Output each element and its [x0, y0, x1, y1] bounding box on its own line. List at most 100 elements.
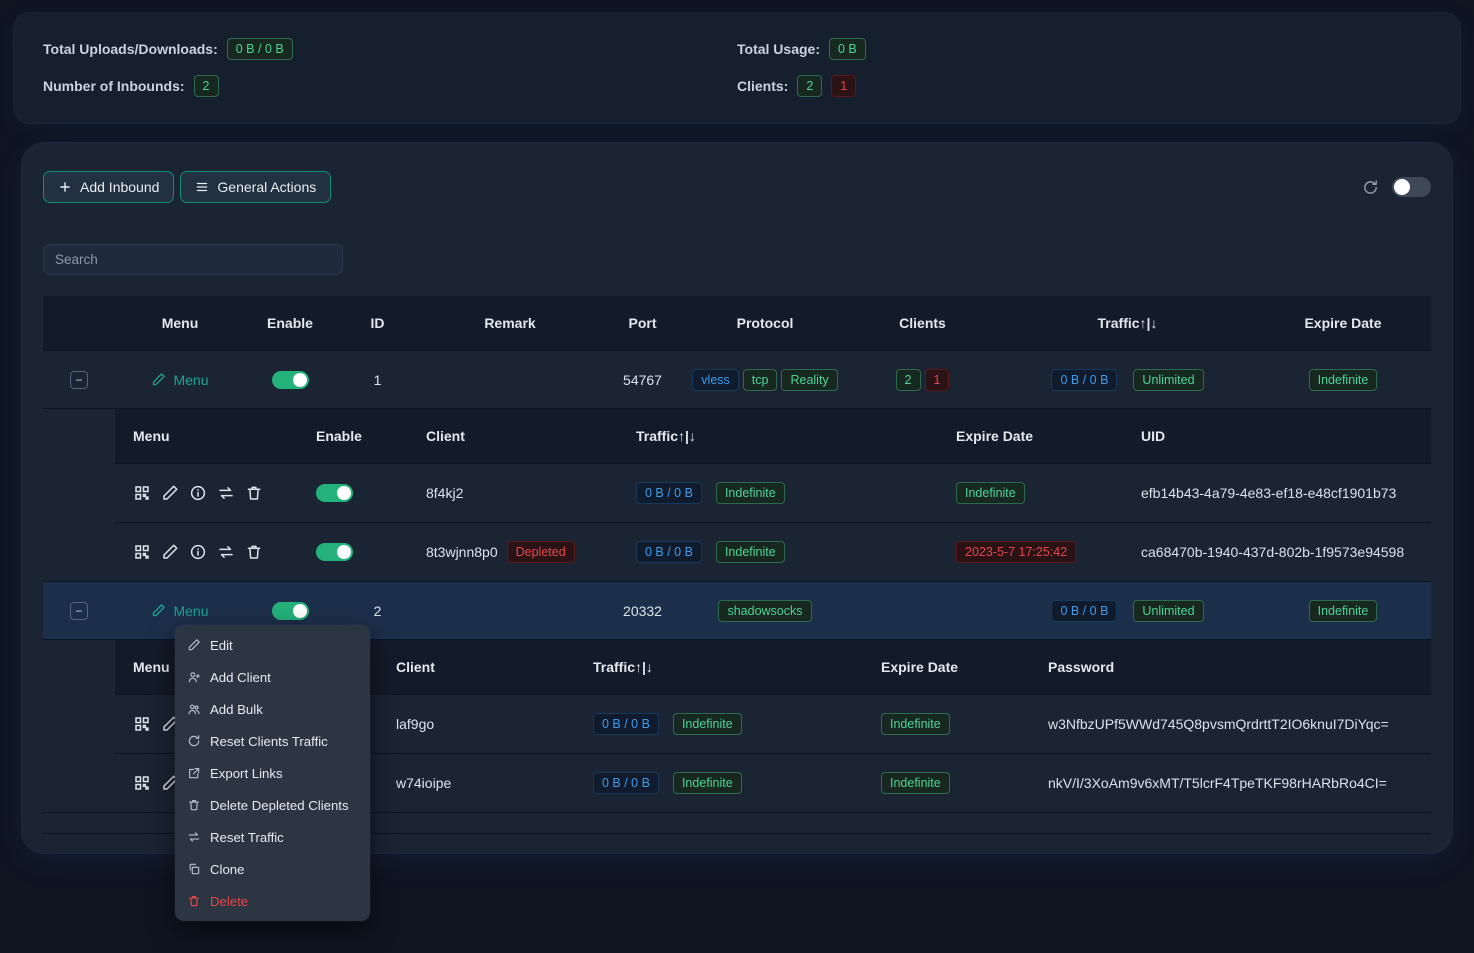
theme-toggle-switch[interactable]: [1392, 177, 1431, 197]
info-icon[interactable]: [189, 484, 207, 502]
menu-item-label: Delete: [210, 894, 248, 909]
client-name: 8f4kj2: [426, 485, 463, 501]
traffic-limit-badge: Unlimited: [1133, 600, 1203, 622]
menu-item-add-client[interactable]: Add Client: [175, 661, 370, 693]
protocol-badge: shadowsocks: [718, 600, 811, 622]
client-password: w3NfbzUPf5WWd745Q8pvsmQrdrttT2IO6knuI7Di…: [1042, 716, 1431, 732]
inbound-menu-button[interactable]: Menu: [151, 603, 208, 619]
collapse-row-button[interactable]: −: [70, 602, 88, 620]
delete-icon[interactable]: [245, 484, 263, 502]
menu-item-reset-clients-traffic[interactable]: Reset Clients Traffic: [175, 725, 370, 757]
inbound-enable-toggle[interactable]: [272, 602, 309, 620]
stats-card: Total Uploads/Downloads: 0 B / 0 B Total…: [14, 13, 1460, 123]
search-input[interactable]: [43, 244, 343, 275]
edit-icon: [151, 372, 166, 387]
header-id: ID: [335, 315, 420, 331]
menu-item-label: Delete Depleted Clients: [210, 798, 349, 813]
qrcode-icon[interactable]: [133, 774, 151, 792]
transport-badge: tcp: [743, 369, 778, 391]
inbounds-table-header: Menu Enable ID Remark Port Protocol Clie…: [43, 296, 1431, 350]
collapse-row-button[interactable]: −: [70, 371, 88, 389]
header-enable: Enable: [310, 428, 420, 444]
edit-icon[interactable]: [161, 484, 179, 502]
menu-lines-icon: [195, 180, 209, 194]
qrcode-icon[interactable]: [133, 543, 151, 561]
general-actions-button[interactable]: General Actions: [180, 171, 331, 203]
menu-item-reset-traffic[interactable]: Reset Traffic: [175, 821, 370, 853]
client-traffic-limit-badge: Indefinite: [716, 482, 785, 504]
header-expire-date: Expire Date: [1255, 315, 1431, 331]
header-password: Password: [1042, 659, 1431, 675]
toolbar: Add Inbound General Actions: [43, 171, 1431, 203]
client-enable-toggle[interactable]: [316, 484, 353, 502]
header-protocol: Protocol: [685, 315, 845, 331]
menu-item-delete-depleted-clients[interactable]: Delete Depleted Clients: [175, 789, 370, 821]
clients-active-badge: 2: [896, 369, 921, 391]
info-icon[interactable]: [189, 543, 207, 561]
menu-item-delete[interactable]: Delete: [175, 885, 370, 917]
expire-badge: Indefinite: [1309, 369, 1378, 391]
inbound-menu-button[interactable]: Menu: [151, 372, 208, 388]
menu-item-label: Add Client: [210, 670, 271, 685]
qrcode-icon[interactable]: [133, 715, 151, 733]
client-name: laf9go: [396, 716, 434, 732]
menu-item-export-links[interactable]: Export Links: [175, 757, 370, 789]
stat-clients-label: Clients:: [737, 78, 788, 94]
client-traffic-badge: 0 B / 0 B: [593, 772, 659, 794]
add-inbound-button[interactable]: Add Inbound: [43, 171, 174, 203]
delete-icon[interactable]: [245, 543, 263, 561]
menu-item-add-bulk[interactable]: Add Bulk: [175, 693, 370, 725]
reset-traffic-icon[interactable]: [217, 543, 235, 561]
client-name: 8t3wjnn8p0: [426, 544, 498, 560]
stat-clients-depleted-badge: 1: [831, 75, 856, 97]
plus-icon: [58, 180, 72, 194]
stat-uploads-label: Total Uploads/Downloads:: [43, 41, 218, 57]
qrcode-icon[interactable]: [133, 484, 151, 502]
menu-item-edit[interactable]: Edit: [175, 629, 370, 661]
toolbar-right: [1362, 177, 1431, 197]
header-remark: Remark: [420, 315, 600, 331]
edit-icon[interactable]: [161, 543, 179, 561]
client-uid: efb14b43-4a79-4e83-ef18-e48cf1901b73: [1135, 485, 1431, 501]
client-row: 8f4kj2 0 B / 0 B Indefinite Indefinite e…: [115, 463, 1431, 522]
client-expire-badge: Indefinite: [881, 772, 950, 794]
inbound-id: 2: [335, 603, 420, 619]
menu-item-clone[interactable]: Clone: [175, 853, 370, 885]
inbound-enable-toggle[interactable]: [272, 371, 309, 389]
inbound-actions-menu: Edit Add Client Add Bulk Reset Clients T…: [175, 625, 370, 921]
inbound-menu-label: Menu: [173, 603, 208, 619]
client-expire-badge: 2023-5-7 17:25:42: [956, 541, 1076, 563]
client-row: 8t3wjnn8p0 Depleted 0 B / 0 B Indefinite…: [115, 522, 1431, 581]
general-actions-label: General Actions: [217, 179, 316, 195]
stat-usage-badge: 0 B: [829, 38, 866, 60]
trash-icon: [187, 894, 201, 908]
stat-usage-label: Total Usage:: [737, 41, 820, 57]
client-password: nkV/I/3XoAm9v6xMT/T5lcrF4TpeTKF98rHARbRo…: [1042, 775, 1431, 791]
reset-traffic-icon[interactable]: [217, 484, 235, 502]
header-traffic-sort[interactable]: Traffic↑|↓: [1000, 315, 1255, 331]
stat-total-uploads-downloads: Total Uploads/Downloads: 0 B / 0 B: [43, 38, 737, 60]
header-traffic-sort[interactable]: Traffic↑|↓: [630, 428, 950, 444]
protocol-badge: vless: [692, 369, 738, 391]
client-traffic-badge: 0 B / 0 B: [593, 713, 659, 735]
client-traffic-badge: 0 B / 0 B: [636, 541, 702, 563]
client-traffic-badge: 0 B / 0 B: [636, 482, 702, 504]
header-expire-date: Expire Date: [875, 659, 1042, 675]
menu-item-label: Edit: [210, 638, 233, 653]
menu-item-label: Add Bulk: [210, 702, 263, 717]
edit-icon: [151, 603, 166, 618]
menu-item-label: Reset Traffic: [210, 830, 284, 845]
header-traffic-sort[interactable]: Traffic↑|↓: [587, 659, 875, 675]
security-badge: Reality: [781, 369, 837, 391]
depleted-badge: Depleted: [507, 541, 575, 563]
stat-inbounds-label: Number of Inbounds:: [43, 78, 185, 94]
client-uid: ca68470b-1940-437d-802b-1f9573e94598: [1135, 544, 1431, 560]
header-menu: Menu: [115, 428, 310, 444]
client-enable-toggle[interactable]: [316, 543, 353, 561]
inbound-row: − Menu 1 54767 vless tcp Reality 2 1: [43, 350, 1431, 408]
header-port: Port: [600, 315, 685, 331]
sync-icon: [187, 734, 201, 748]
stat-clients: Clients: 2 1: [737, 75, 1431, 97]
inbound-port: 54767: [600, 372, 685, 388]
refresh-icon[interactable]: [1362, 179, 1379, 196]
